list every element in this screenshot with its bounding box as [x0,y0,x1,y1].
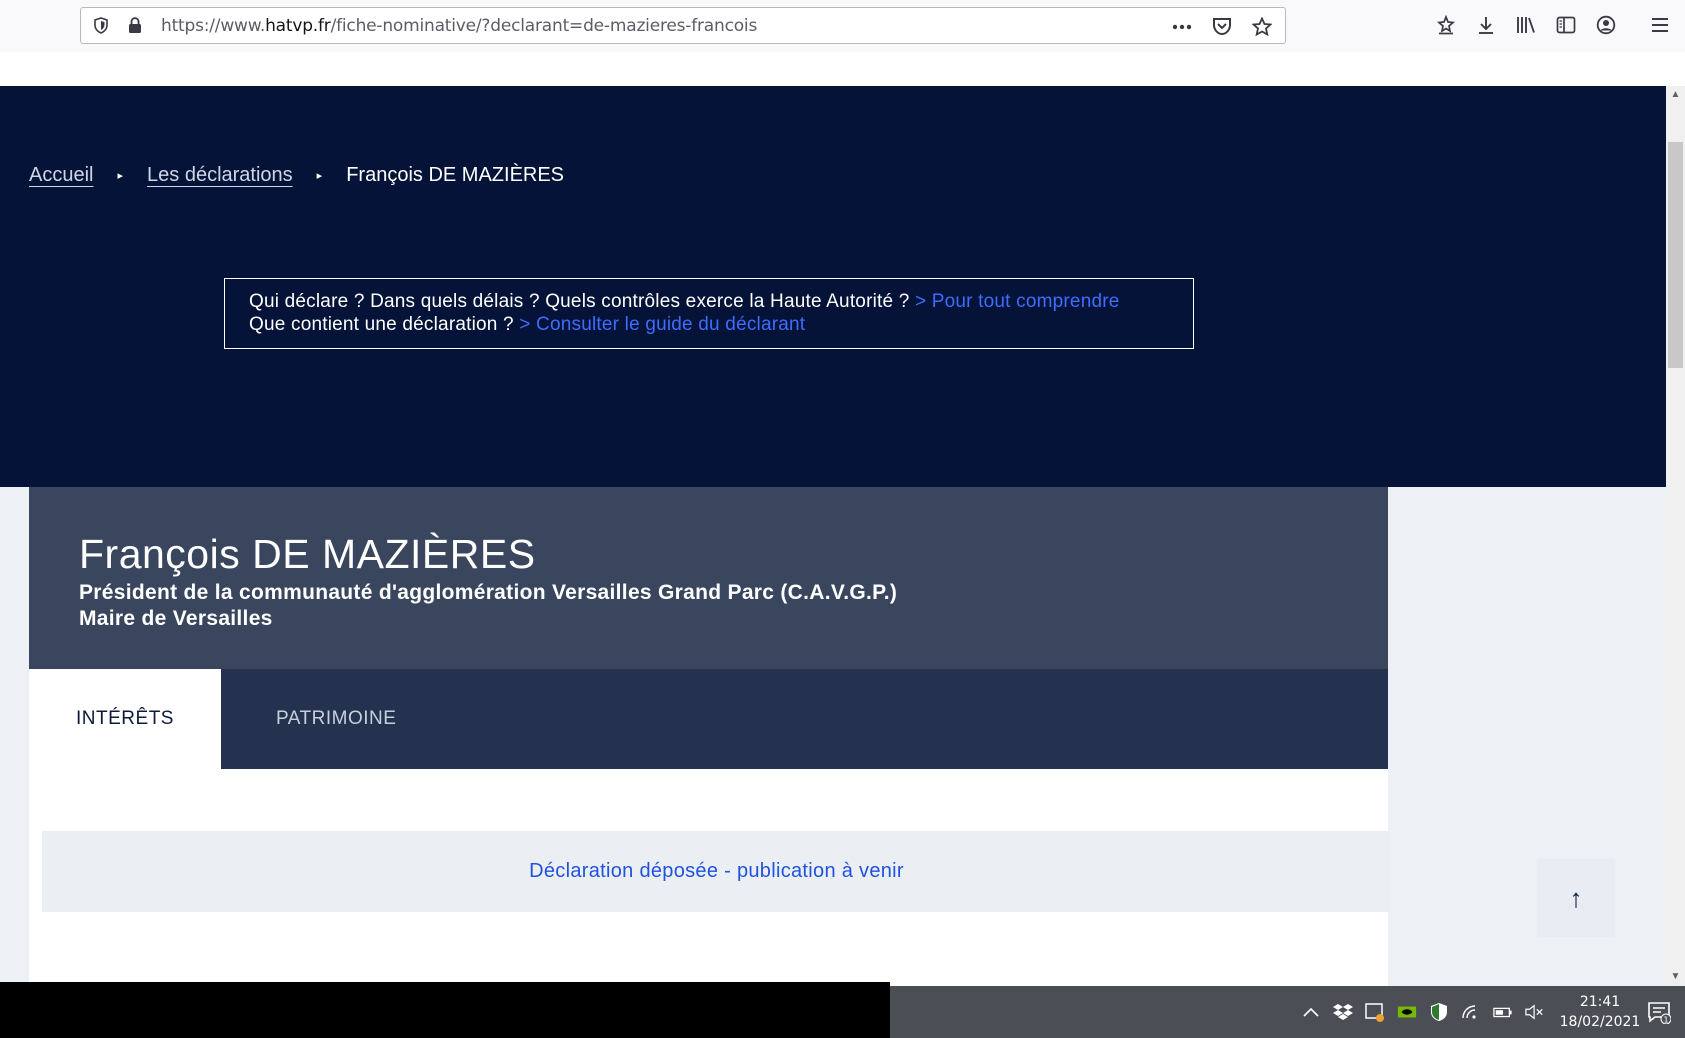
tab-assets[interactable]: PATRIMOINE [276,669,396,769]
notification-center-icon[interactable]: 1 [1647,1000,1672,1025]
publication-notice: Déclaration déposée - publication à veni… [42,831,1391,912]
dropbox-icon[interactable] [1333,1002,1353,1022]
download-icon[interactable] [1473,12,1499,38]
bookmark-star-icon[interactable] [1249,14,1275,40]
page-left-margin [0,487,29,986]
taskbar-apps-area [0,982,890,1038]
declaration-tabs: INTÉRÊTS PATRIMOINE [29,669,1388,769]
web-page: Accueil ▸ Les déclarations ▸ François DE… [0,52,1666,986]
info-box: Qui déclare ? Dans quels délais ? Quels … [224,278,1194,349]
breadcrumb-home-link[interactable]: Accueil [29,164,93,187]
profile-role: Président de la communauté d'agglomérati… [79,581,898,604]
lock-icon[interactable] [125,16,145,36]
breadcrumb: Accueil ▸ Les déclarations ▸ François DE… [29,164,564,187]
profile-role: Maire de Versailles [79,607,273,630]
breadcrumb-declarations-link[interactable]: Les déclarations [147,164,293,187]
tab-interests[interactable]: INTÉRÊTS [29,669,221,769]
scroll-up-icon[interactable]: ▲ [1666,86,1685,104]
clock-date: 18/02/2021 [1559,1014,1641,1030]
profile-header: François DE MAZIÈRES Président de la com… [29,487,1388,669]
address-bar[interactable]: https://www.hatvp.fr/fiche-nominative/?d… [80,7,1286,44]
breadcrumb-separator-icon: ▸ [316,170,323,182]
notification-count: 1 [1663,1016,1668,1025]
scrollbar-thumb[interactable] [1668,142,1683,368]
hero-banner: Accueil ▸ Les déclarations ▸ François DE… [0,86,1666,492]
taskbar: 21:41 18/02/2021 1 [0,982,1685,1038]
page-right-margin [1388,487,1666,986]
wifi-icon[interactable] [1461,1002,1481,1022]
page-scrollbar[interactable]: ▲ ▼ [1666,86,1685,986]
library-icon[interactable] [1513,12,1539,38]
arrow-up-icon: ↑ [1569,882,1583,913]
shield-icon[interactable] [91,16,111,36]
sidebar-icon[interactable] [1553,12,1579,38]
info-question-2: Que contient une déclaration ? [249,314,520,335]
more-icon[interactable] [1169,14,1195,40]
info-line-1: Qui déclare ? Dans quels délais ? Quels … [249,290,1169,313]
url-host: hatvp.fr [265,15,331,36]
security-shield-icon[interactable] [1429,1002,1449,1022]
nvidia-icon[interactable] [1397,1002,1417,1022]
breadcrumb-current: François DE MAZIÈRES [346,164,565,186]
url-text[interactable]: https://www.hatvp.fr/fiche-nominative/?d… [161,16,757,36]
reading-list-icon[interactable] [1433,12,1459,38]
battery-icon[interactable] [1493,1002,1513,1022]
browser-toolbar: https://www.hatvp.fr/fiche-nominative/?d… [0,0,1685,52]
pocket-icon[interactable] [1209,14,1235,40]
breadcrumb-separator-icon: ▸ [117,170,124,182]
declarant-guide-link[interactable]: > Consulter le guide du déclarant [519,314,805,335]
menu-icon[interactable] [1647,12,1673,38]
info-question-1: Qui déclare ? Dans quels délais ? Quels … [249,291,915,312]
understand-link[interactable]: > Pour tout comprendre [915,291,1120,312]
account-icon[interactable] [1593,12,1619,38]
scroll-down-icon[interactable]: ▼ [1666,968,1685,986]
tab-content: Déclaration déposée - publication à veni… [29,769,1391,986]
volume-muted-icon[interactable] [1525,1002,1545,1022]
info-line-2: Que contient une déclaration ? > Consult… [249,313,1169,336]
chevron-up-icon[interactable] [1301,1002,1321,1022]
back-to-top-button[interactable]: ↑ [1537,859,1615,937]
backup-icon[interactable] [1365,1002,1385,1022]
profile-name: François DE MAZIÈRES [79,531,536,577]
clock-time: 21:41 [1579,994,1621,1010]
url-prefix: https://www. [161,15,266,36]
url-path: /fiche-nominative/?declarant=de-mazieres… [330,15,758,36]
taskbar-clock[interactable]: 21:41 18/02/2021 [1555,992,1645,1032]
system-tray [1301,986,1545,1038]
